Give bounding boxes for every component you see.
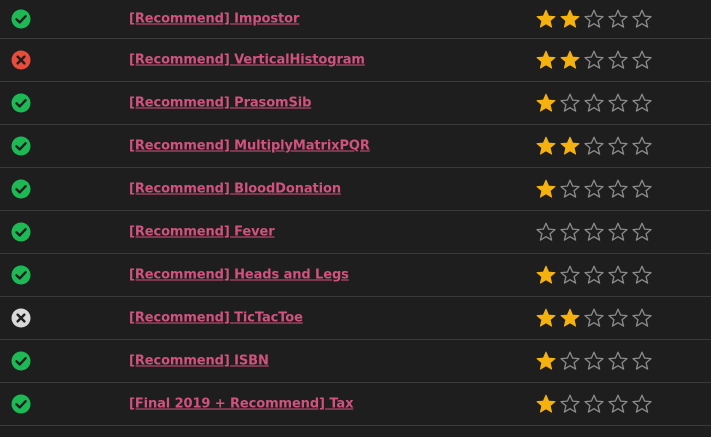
star-empty-icon bbox=[582, 8, 606, 30]
star-rating bbox=[534, 393, 654, 415]
problem-title-link[interactable]: [Recommend] MultiplyMatrixPQR bbox=[129, 139, 370, 154]
star-rating bbox=[534, 92, 654, 114]
problem-title-link[interactable]: [Recommend] ISBN bbox=[129, 354, 269, 369]
star-empty-icon bbox=[582, 350, 606, 372]
star-empty-icon bbox=[606, 178, 630, 200]
table-row: [Recommend] Fever bbox=[0, 211, 711, 254]
star-empty-icon bbox=[630, 49, 654, 71]
problem-title-link[interactable]: [Recommend] VerticalHistogram bbox=[129, 53, 365, 68]
star-empty-icon bbox=[558, 350, 582, 372]
star-rating bbox=[534, 221, 654, 243]
star-filled-icon bbox=[534, 350, 558, 372]
star-filled-icon bbox=[534, 92, 558, 114]
problem-list: [Recommend] Impostor [Recommend] Vertical… bbox=[0, 0, 711, 437]
star-empty-icon bbox=[558, 92, 582, 114]
check-circle-icon bbox=[11, 179, 31, 199]
star-empty-icon bbox=[558, 221, 582, 243]
star-filled-icon bbox=[534, 393, 558, 415]
star-empty-icon bbox=[630, 135, 654, 157]
table-row: [Recommend] Impostor bbox=[0, 0, 711, 39]
x-circle-red-icon bbox=[11, 50, 31, 70]
star-empty-icon bbox=[606, 264, 630, 286]
star-filled-icon bbox=[558, 135, 582, 157]
star-rating bbox=[534, 264, 654, 286]
star-filled-icon bbox=[534, 307, 558, 329]
star-empty-icon bbox=[606, 135, 630, 157]
star-rating bbox=[534, 8, 654, 30]
x-circle-gray-icon bbox=[11, 308, 31, 328]
star-empty-icon bbox=[630, 350, 654, 372]
table-row: [Recommend] ISBN bbox=[0, 340, 711, 383]
table-row: [Recommend] TicTacToe bbox=[0, 297, 711, 340]
star-empty-icon bbox=[630, 307, 654, 329]
problem-title-link[interactable]: [Recommend] PrasomSib bbox=[129, 96, 311, 111]
problem-title-link[interactable]: [Recommend] TicTacToe bbox=[129, 311, 303, 326]
star-empty-icon bbox=[630, 393, 654, 415]
star-empty-icon bbox=[606, 221, 630, 243]
star-empty-icon bbox=[606, 350, 630, 372]
star-empty-icon bbox=[606, 307, 630, 329]
table-row: [Recommend] MultiplyMatrixPQR bbox=[0, 125, 711, 168]
star-empty-icon bbox=[582, 264, 606, 286]
star-filled-icon bbox=[558, 49, 582, 71]
check-circle-icon bbox=[11, 9, 31, 29]
check-circle-icon bbox=[11, 136, 31, 156]
table-row: [Recommend] BloodDonation bbox=[0, 168, 711, 211]
star-empty-icon bbox=[558, 178, 582, 200]
problem-title-link[interactable]: [Recommend] Impostor bbox=[129, 12, 299, 27]
star-empty-icon bbox=[630, 264, 654, 286]
star-empty-icon bbox=[582, 92, 606, 114]
star-rating bbox=[534, 307, 654, 329]
star-empty-icon bbox=[606, 49, 630, 71]
star-empty-icon bbox=[558, 264, 582, 286]
star-filled-icon bbox=[558, 8, 582, 30]
problem-title-link[interactable]: [Recommend] Heads and Legs bbox=[129, 268, 349, 283]
problem-title-link[interactable]: [Recommend] Fever bbox=[129, 225, 275, 240]
star-empty-icon bbox=[630, 221, 654, 243]
star-empty-icon bbox=[582, 135, 606, 157]
check-circle-icon bbox=[11, 222, 31, 242]
star-rating bbox=[534, 49, 654, 71]
table-row: [Final 2019 + Recommend] Tax bbox=[0, 383, 711, 426]
star-rating bbox=[534, 350, 654, 372]
star-empty-icon bbox=[582, 307, 606, 329]
star-empty-icon bbox=[582, 221, 606, 243]
star-rating bbox=[534, 178, 654, 200]
star-filled-icon bbox=[534, 8, 558, 30]
table-row: [Recommend] PrasomSib bbox=[0, 82, 711, 125]
check-circle-icon bbox=[11, 394, 31, 414]
star-empty-icon bbox=[534, 221, 558, 243]
star-empty-icon bbox=[582, 178, 606, 200]
star-filled-icon bbox=[534, 135, 558, 157]
star-filled-icon bbox=[534, 49, 558, 71]
star-empty-icon bbox=[606, 92, 630, 114]
problem-title-link[interactable]: [Final 2019 + Recommend] Tax bbox=[129, 397, 353, 412]
star-empty-icon bbox=[606, 8, 630, 30]
star-empty-icon bbox=[582, 49, 606, 71]
check-circle-icon bbox=[11, 351, 31, 371]
check-circle-icon bbox=[11, 93, 31, 113]
table-row: [Recommend] Heads and Legs bbox=[0, 254, 711, 297]
check-circle-icon bbox=[11, 265, 31, 285]
table-row: [Recommend] VerticalHistogram bbox=[0, 39, 711, 82]
star-empty-icon bbox=[558, 393, 582, 415]
problem-title-link[interactable]: [Recommend] BloodDonation bbox=[129, 182, 341, 197]
star-empty-icon bbox=[582, 393, 606, 415]
star-empty-icon bbox=[630, 178, 654, 200]
star-rating bbox=[534, 135, 654, 157]
star-empty-icon bbox=[630, 8, 654, 30]
star-filled-icon bbox=[534, 178, 558, 200]
star-empty-icon bbox=[606, 393, 630, 415]
star-filled-icon bbox=[558, 307, 582, 329]
star-empty-icon bbox=[630, 92, 654, 114]
star-filled-icon bbox=[534, 264, 558, 286]
